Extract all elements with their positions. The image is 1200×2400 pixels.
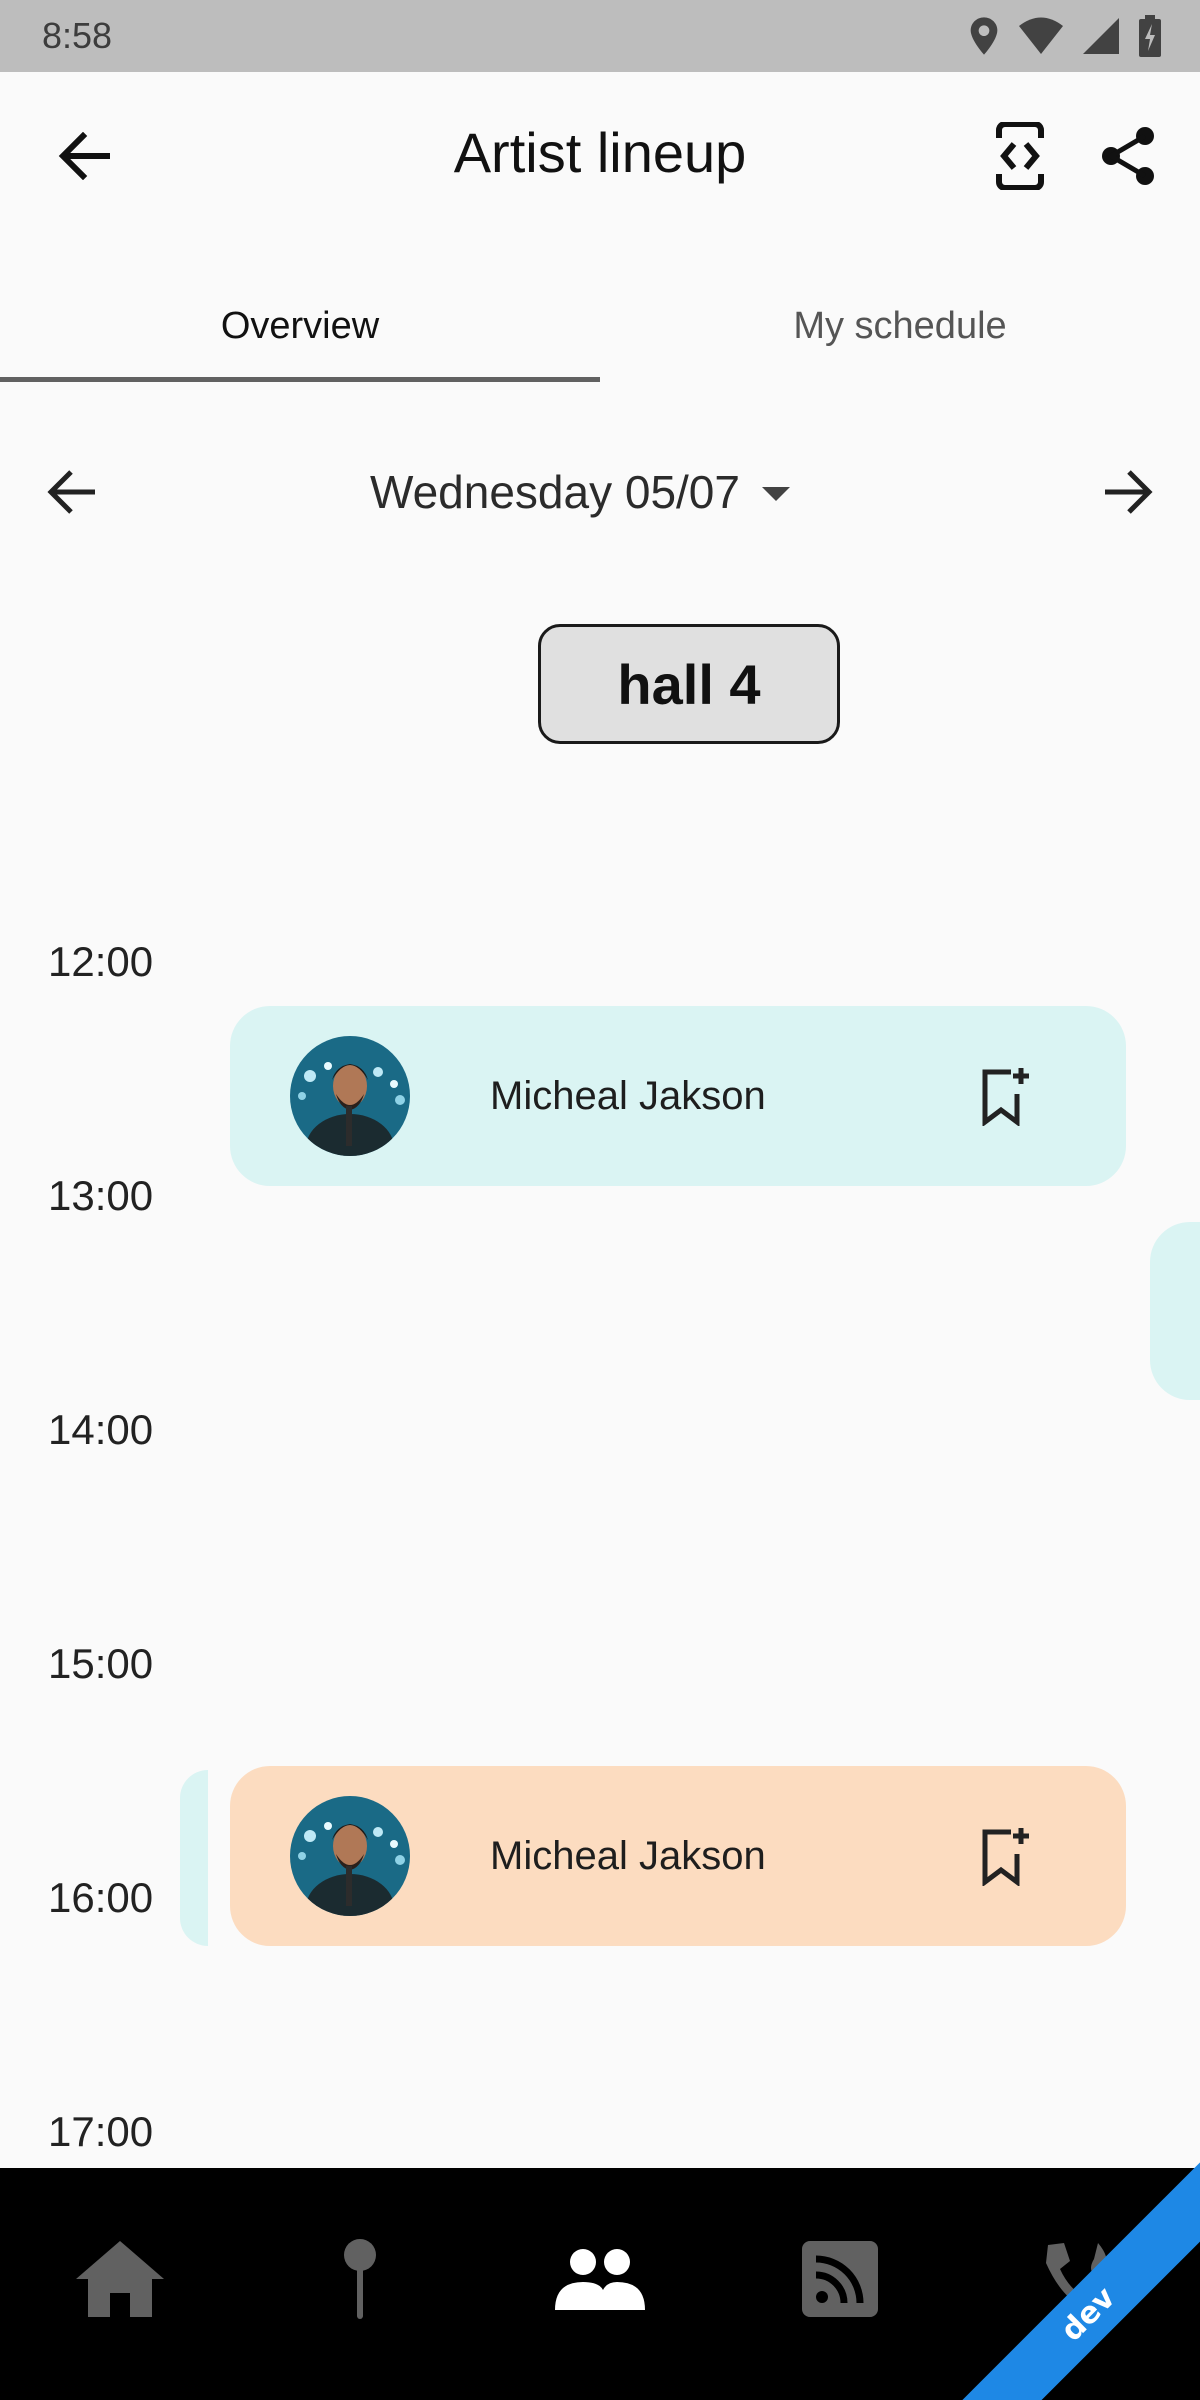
nav-feed[interactable] <box>770 2209 910 2349</box>
location-icon <box>970 17 998 55</box>
rss-feed-icon <box>802 2241 878 2317</box>
bookmark-add-icon <box>982 1068 1029 1126</box>
app-bar: Artist lineup <box>0 72 1200 240</box>
developer-mode-icon <box>996 122 1044 190</box>
arrow-right-icon <box>1105 470 1153 514</box>
share-button[interactable] <box>1080 108 1176 204</box>
nav-home[interactable] <box>50 2209 190 2349</box>
artist-avatar <box>290 1796 410 1916</box>
date-dropdown[interactable]: Wednesday 05/07 <box>370 462 790 522</box>
artist-name: Micheal Jakson <box>490 1073 766 1118</box>
nav-artists[interactable] <box>530 2209 670 2349</box>
artist-avatar <box>290 1036 410 1156</box>
wifi-icon <box>1019 17 1063 54</box>
event-card[interactable]: Micheal Jakson <box>230 1766 1126 1946</box>
tab-my-schedule[interactable]: My schedule <box>600 270 1200 382</box>
add-bookmark-button[interactable] <box>960 1811 1050 1901</box>
add-bookmark-button[interactable] <box>960 1051 1050 1141</box>
adjacent-event-card[interactable] <box>1150 1222 1200 1400</box>
battery-icon <box>1139 15 1161 57</box>
nav-map[interactable] <box>290 2209 430 2349</box>
tab-overview[interactable]: Overview <box>0 270 600 382</box>
arrow-left-icon <box>47 470 95 514</box>
time-label: 13:00 <box>48 1172 154 1219</box>
time-label: 14:00 <box>48 1406 154 1453</box>
date-navigation: Wednesday 05/07 <box>0 430 1200 554</box>
time-label: 16:00 <box>48 1874 154 1921</box>
previous-day-button[interactable] <box>24 444 120 540</box>
selected-date: Wednesday 05/07 <box>370 466 740 518</box>
time-label: 17:00 <box>48 2108 154 2155</box>
time-label: 12:00 <box>48 938 154 985</box>
signal-icon <box>1083 18 1119 54</box>
map-pin-icon <box>344 2239 376 2319</box>
status-icons <box>968 15 1162 57</box>
status-bar: 8:58 <box>0 0 1200 72</box>
people-icon <box>555 2249 645 2310</box>
home-icon <box>76 2241 164 2317</box>
share-icon <box>1102 127 1154 185</box>
bookmark-add-icon <box>982 1828 1029 1886</box>
next-day-button[interactable] <box>1080 444 1176 540</box>
adjacent-event-card[interactable] <box>180 1770 208 1946</box>
dropdown-caret-icon <box>761 487 790 501</box>
status-time: 8:58 <box>42 15 113 56</box>
developer-mode-button[interactable] <box>972 108 1068 204</box>
hall-chip[interactable]: hall 4 <box>538 624 840 744</box>
time-label: 15:00 <box>48 1640 154 1687</box>
artist-name: Micheal Jakson <box>490 1833 766 1878</box>
event-card[interactable]: Micheal Jakson <box>230 1006 1126 1186</box>
tab-bar: Overview My schedule <box>0 270 1200 382</box>
